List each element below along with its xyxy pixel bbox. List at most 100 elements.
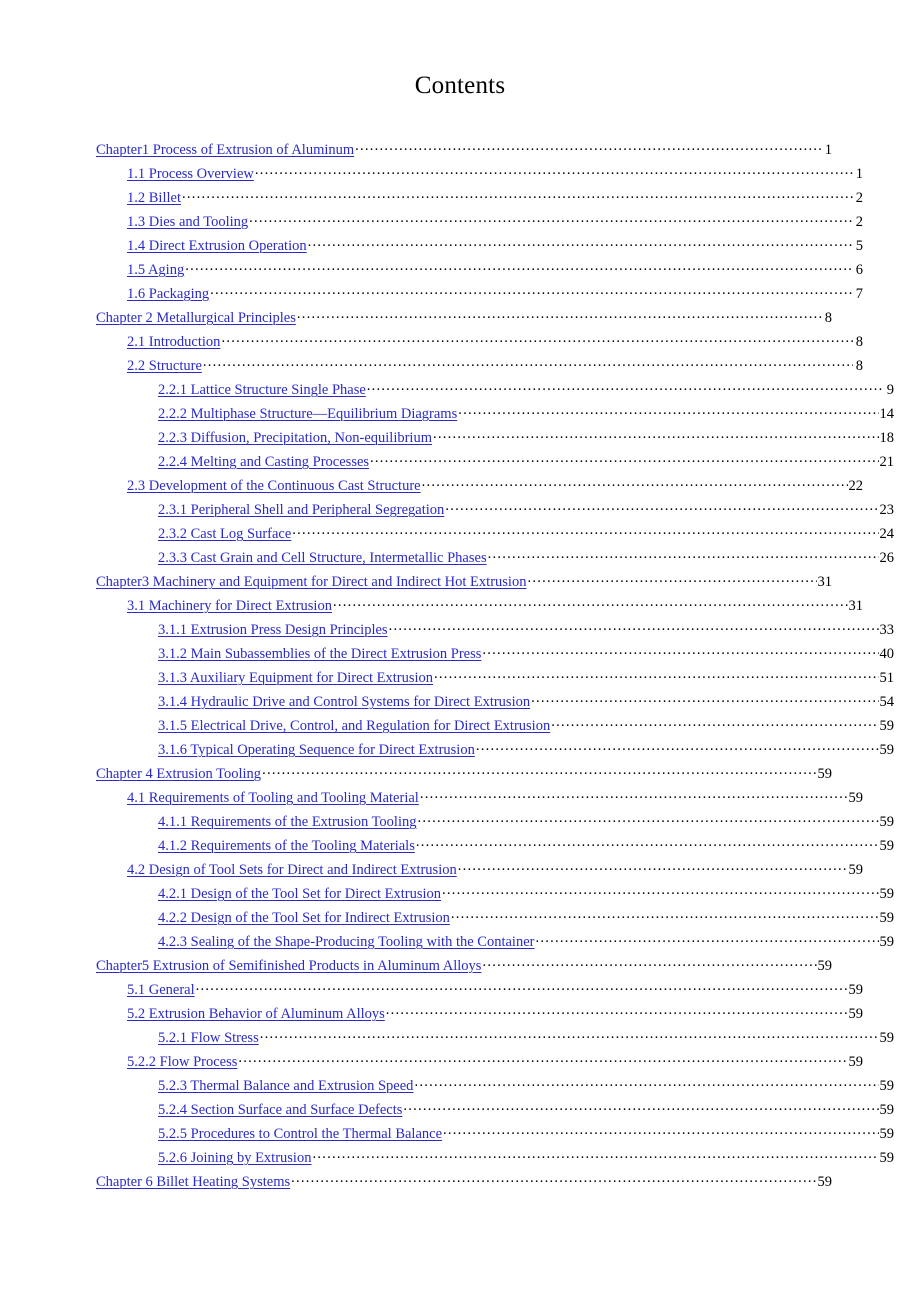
toc-dot-leader [210, 284, 853, 298]
toc-dot-leader [527, 572, 816, 586]
toc-entry[interactable]: 1.2 Billet 2 [96, 188, 863, 212]
toc-entry-label[interactable]: 2.2.1 Lattice Structure Single Phase [158, 382, 366, 399]
toc-entry-label[interactable]: 4.1.2 Requirements of the Tooling Materi… [158, 838, 415, 855]
toc-entry-label[interactable]: Chapter1 Process of Extrusion of Aluminu… [96, 142, 354, 159]
toc-entry[interactable]: Chapter5 Extrusion of Semifinished Produ… [96, 956, 832, 980]
toc-entry-label[interactable]: 4.2.2 Design of the Tool Set for Indirec… [158, 910, 450, 927]
toc-entry-label[interactable]: 3.1.5 Electrical Drive, Control, and Reg… [158, 718, 550, 735]
toc-entry-label[interactable]: 3.1.6 Typical Operating Sequence for Dir… [158, 742, 475, 759]
toc-entry-label[interactable]: 2.2 Structure [127, 358, 202, 375]
toc-entry-label[interactable]: 2.3 Development of the Continuous Cast S… [127, 478, 421, 495]
toc-entry[interactable]: 5.2 Extrusion Behavior of Aluminum Alloy… [96, 1004, 863, 1028]
toc-entry-label[interactable]: 4.2.3 Sealing of the Shape-Producing Too… [158, 934, 534, 951]
toc-entry[interactable]: 1.1 Process Overview 1 [96, 164, 863, 188]
toc-entry-label[interactable]: 5.2.6 Joining by Extrusion [158, 1150, 311, 1167]
toc-entry[interactable]: 4.1 Requirements of Tooling and Tooling … [96, 788, 863, 812]
toc-entry-label[interactable]: 3.1.4 Hydraulic Drive and Control System… [158, 694, 530, 711]
toc-entry-label[interactable]: 5.2.2 Flow Process [127, 1054, 237, 1071]
toc-entry[interactable]: 5.2.2 Flow Process 59 [96, 1052, 863, 1076]
toc-entry[interactable]: 4.1.1 Requirements of the Extrusion Tool… [96, 812, 894, 836]
toc-entry[interactable]: 2.3 Development of the Continuous Cast S… [96, 476, 863, 500]
toc-entry-label[interactable]: Chapter5 Extrusion of Semifinished Produ… [96, 958, 481, 975]
toc-entry-label[interactable]: Chapter 6 Billet Heating Systems [96, 1174, 290, 1191]
toc-entry-page-number: 31 [817, 574, 833, 590]
toc-entry[interactable]: 1.6 Packaging 7 [96, 284, 863, 308]
toc-entry-label[interactable]: 1.4 Direct Extrusion Operation [127, 238, 307, 255]
toc-entry-label[interactable]: 2.3.1 Peripheral Shell and Peripheral Se… [158, 502, 444, 519]
toc-entry-page-number: 59 [879, 886, 895, 902]
toc-entry-label[interactable]: 1.2 Billet [127, 190, 181, 207]
toc-entry[interactable]: 2.2.3 Diffusion, Precipitation, Non-equi… [96, 428, 894, 452]
page-title: Contents [414, 72, 506, 99]
toc-entry-label[interactable]: 5.2.4 Section Surface and Surface Defect… [158, 1102, 402, 1119]
toc-entry-label[interactable]: 3.1 Machinery for Direct Extrusion [127, 598, 332, 615]
toc-entry[interactable]: 3.1.4 Hydraulic Drive and Control System… [96, 692, 894, 716]
toc-entry[interactable]: 2.2.4 Melting and Casting Processes 21 [96, 452, 894, 476]
toc-entry[interactable]: 2.3.2 Cast Log Surface 24 [96, 524, 894, 548]
toc-entry[interactable]: 3.1.2 Main Subassemblies of the Direct E… [96, 644, 894, 668]
toc-entry-label[interactable]: 2.1 Introduction [127, 334, 220, 351]
toc-entry-label[interactable]: 5.1 General [127, 982, 195, 999]
toc-entry-label[interactable]: 5.2.3 Thermal Balance and Extrusion Spee… [158, 1078, 413, 1095]
toc-entry-label[interactable]: Chapter 2 Metallurgical Principles [96, 310, 296, 327]
toc-entry-page-number: 59 [879, 1102, 895, 1118]
toc-entry[interactable]: 1.5 Aging 6 [96, 260, 863, 284]
toc-entry-label[interactable]: Chapter3 Machinery and Equipment for Dir… [96, 574, 526, 591]
toc-entry-label[interactable]: 5.2.1 Flow Stress [158, 1030, 259, 1047]
toc-entry[interactable]: 3.1.3 Auxiliary Equipment for Direct Ext… [96, 668, 894, 692]
toc-entry[interactable]: 2.2.2 Multiphase Structure—Equilibrium D… [96, 404, 894, 428]
toc-entry[interactable]: 2.3.1 Peripheral Shell and Peripheral Se… [96, 500, 894, 524]
toc-entry[interactable]: 3.1.5 Electrical Drive, Control, and Reg… [96, 716, 894, 740]
toc-entry[interactable]: 1.4 Direct Extrusion Operation 5 [96, 236, 863, 260]
toc-entry-page-number: 8 [855, 334, 863, 350]
toc-entry[interactable]: 5.2.3 Thermal Balance and Extrusion Spee… [96, 1076, 894, 1100]
toc-entry[interactable]: 4.2.3 Sealing of the Shape-Producing Too… [96, 932, 894, 956]
toc-entry-label[interactable]: 4.2.1 Design of the Tool Set for Direct … [158, 886, 441, 903]
toc-entry-label[interactable]: 4.1.1 Requirements of the Extrusion Tool… [158, 814, 416, 831]
toc-entry[interactable]: 3.1 Machinery for Direct Extrusion 31 [96, 596, 863, 620]
toc-entry[interactable]: 4.2.2 Design of the Tool Set for Indirec… [96, 908, 894, 932]
toc-entry-label[interactable]: 1.3 Dies and Tooling [127, 214, 248, 231]
toc-entry[interactable]: 3.1.1 Extrusion Press Design Principles 3… [96, 620, 894, 644]
toc-entry-label[interactable]: 1.6 Packaging [127, 286, 209, 303]
toc-entry[interactable]: 4.2.1 Design of the Tool Set for Direct … [96, 884, 894, 908]
toc-entry[interactable]: 5.2.5 Procedures to Control the Thermal … [96, 1124, 894, 1148]
toc-entry[interactable]: Chapter1 Process of Extrusion of Aluminu… [96, 140, 832, 164]
toc-entry[interactable]: 2.2 Structure 8 [96, 356, 863, 380]
toc-entry-label[interactable]: 1.1 Process Overview [127, 166, 254, 183]
toc-entry-label[interactable]: 2.2.3 Diffusion, Precipitation, Non-equi… [158, 430, 432, 447]
toc-entry-label[interactable]: 5.2 Extrusion Behavior of Aluminum Alloy… [127, 1006, 385, 1023]
toc-dot-leader [531, 692, 878, 706]
toc-entry[interactable]: 4.2 Design of Tool Sets for Direct and I… [96, 860, 863, 884]
toc-entry-label[interactable]: 3.1.3 Auxiliary Equipment for Direct Ext… [158, 670, 433, 687]
toc-dot-leader [417, 812, 878, 826]
toc-entry[interactable]: Chapter3 Machinery and Equipment for Dir… [96, 572, 832, 596]
toc-entry[interactable]: 5.2.4 Section Surface and Surface Defect… [96, 1100, 894, 1124]
toc-entry-label[interactable]: 2.2.2 Multiphase Structure—Equilibrium D… [158, 406, 457, 423]
toc-entry[interactable]: 3.1.6 Typical Operating Sequence for Dir… [96, 740, 894, 764]
toc-entry-label[interactable]: 1.5 Aging [127, 262, 184, 279]
toc-entry[interactable]: Chapter 2 Metallurgical Principles 8 [96, 308, 832, 332]
toc-entry[interactable]: Chapter 6 Billet Heating Systems 59 [96, 1172, 832, 1196]
toc-entry[interactable]: Chapter 4 Extrusion Tooling 59 [96, 764, 832, 788]
toc-entry[interactable]: 1.3 Dies and Tooling 2 [96, 212, 863, 236]
toc-entry-label[interactable]: Chapter 4 Extrusion Tooling [96, 766, 261, 783]
table-of-contents: Chapter1 Process of Extrusion of Aluminu… [96, 140, 894, 1196]
toc-entry-label[interactable]: 5.2.5 Procedures to Control the Thermal … [158, 1126, 442, 1143]
toc-entry-label[interactable]: 2.3.3 Cast Grain and Cell Structure, Int… [158, 550, 487, 567]
toc-entry-label[interactable]: 4.2 Design of Tool Sets for Direct and I… [127, 862, 457, 879]
toc-dot-leader [355, 140, 822, 154]
toc-entry[interactable]: 5.2.1 Flow Stress 59 [96, 1028, 894, 1052]
toc-entry-label[interactable]: 2.3.2 Cast Log Surface [158, 526, 291, 543]
toc-entry[interactable]: 4.1.2 Requirements of the Tooling Materi… [96, 836, 894, 860]
toc-entry[interactable]: 5.2.6 Joining by Extrusion 59 [96, 1148, 894, 1172]
toc-entry-label[interactable]: 3.1.1 Extrusion Press Design Principles [158, 622, 388, 639]
toc-entry[interactable]: 2.3.3 Cast Grain and Cell Structure, Int… [96, 548, 894, 572]
toc-entry-label[interactable]: 3.1.2 Main Subassemblies of the Direct E… [158, 646, 481, 663]
toc-entry-label[interactable]: 2.2.4 Melting and Casting Processes [158, 454, 369, 471]
toc-entry[interactable]: 5.1 General 59 [96, 980, 863, 1004]
toc-entry[interactable]: 2.1 Introduction 8 [96, 332, 863, 356]
toc-entry-label[interactable]: 4.1 Requirements of Tooling and Tooling … [127, 790, 419, 807]
toc-dot-leader [196, 980, 848, 994]
toc-entry[interactable]: 2.2.1 Lattice Structure Single Phase 9 [96, 380, 894, 404]
